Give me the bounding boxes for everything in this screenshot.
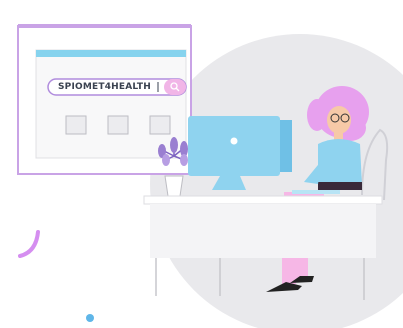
accent-dot [86,314,94,322]
browser-window [35,49,187,159]
shirt [318,139,362,186]
plant-pot [164,175,184,197]
browser-topbar [36,50,186,57]
search-input-text: SPIOMET4HEALTH [58,82,151,92]
monitor-logo-icon [230,137,238,145]
result-box-2[interactable] [107,115,129,135]
accent-arc [18,230,40,258]
keyboard [292,190,340,194]
illustration-art [17,24,403,328]
result-box-3[interactable] [149,115,171,135]
search-button[interactable] [164,79,186,95]
result-box-1[interactable] [65,115,87,135]
illustration-scene: SPIOMET4HEALTH [0,0,403,328]
